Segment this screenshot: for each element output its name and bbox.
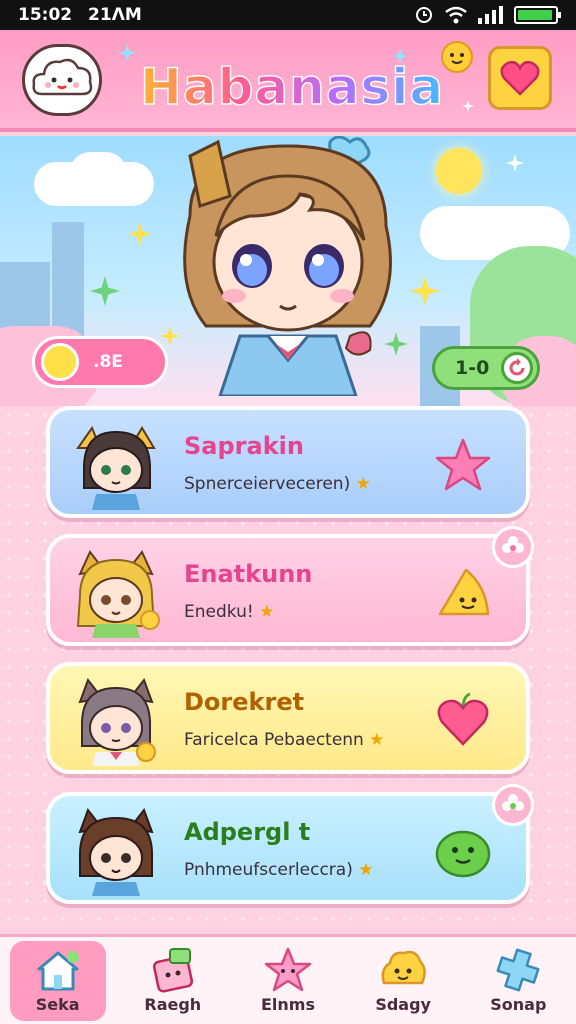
status-icons	[414, 5, 561, 25]
status-bar: 15:02 21ΛM	[0, 0, 576, 30]
bottom-navigation: Seka Raegh Elnms Sdagy Sonap	[0, 934, 576, 1024]
character-avatar	[76, 425, 156, 510]
heart-icon	[437, 692, 489, 746]
sparkle-icon	[128, 222, 152, 246]
status-time-group: 15:02 21ΛM	[18, 5, 142, 25]
alarm-icon	[416, 7, 432, 23]
sparkle-icon	[90, 276, 120, 306]
green-slime-icon	[435, 830, 491, 878]
clover-icon	[502, 794, 524, 811]
character-avatar	[76, 550, 160, 638]
bonus-badge[interactable]	[492, 526, 534, 568]
character-subtitle-text: Pnhmeufscerleccra)	[184, 860, 353, 880]
sparkle-icon	[392, 48, 408, 64]
wifi-icon	[445, 6, 467, 24]
signal-icon	[478, 6, 503, 24]
flower-icon	[502, 536, 524, 553]
character-subtitle-text: Enedku!	[184, 602, 254, 622]
character-avatar	[78, 807, 154, 896]
nav-home-label: Seka	[35, 995, 80, 1014]
character-subtitle-text: Faricelca Pebaectenn	[184, 730, 364, 750]
coin-value: .8E	[93, 352, 123, 372]
pencil-box-icon	[152, 948, 193, 993]
heart-icon	[500, 60, 540, 96]
sparkle-icon	[118, 44, 136, 62]
header-bar: Habanasia	[0, 30, 576, 132]
main-character	[183, 136, 392, 396]
nav-events[interactable]: Elnms	[240, 941, 336, 1021]
character-subtitle: Pnhmeufscerleccra) ★	[184, 860, 374, 880]
character-card[interactable]: Saprakin Spnerceierveceren) ★	[46, 406, 530, 518]
sparkle-icon	[462, 100, 474, 112]
yellow-blob-icon	[381, 950, 426, 985]
mascot-button[interactable]	[22, 44, 102, 116]
status-period: 21ΛM	[88, 5, 142, 25]
favorites-button[interactable]	[488, 46, 552, 110]
cheese-face-icon	[438, 568, 490, 616]
nav-settings[interactable]: Sonap	[470, 941, 566, 1021]
pink-star-icon	[264, 947, 312, 992]
game-title: Habanasia	[139, 57, 445, 117]
star-icon: ★	[355, 474, 371, 494]
character-subtitle: Enedku! ★	[184, 602, 274, 622]
character-name: Enatkunn	[184, 560, 313, 588]
flower-face-icon	[441, 41, 473, 73]
star-icon: ★	[369, 730, 385, 750]
character-name: Adpergl t	[184, 818, 311, 846]
nav-settings-label: Sonap	[490, 995, 547, 1014]
level-value: 1-0	[455, 357, 490, 379]
star-icon: ★	[358, 860, 374, 880]
refresh-icon[interactable]	[501, 352, 533, 384]
character-card[interactable]: Enatkunn Enedku! ★	[46, 526, 534, 646]
character-name: Saprakin	[184, 432, 304, 460]
pink-star-icon	[435, 438, 491, 491]
nav-tasks[interactable]: Raegh	[125, 941, 221, 1021]
character-name: Dorekret	[184, 688, 305, 716]
coin-icon	[41, 343, 79, 381]
status-time: 15:02	[18, 5, 73, 25]
character-subtitle: Faricelca Pebaectenn ★	[184, 730, 385, 750]
character-card[interactable]: Adpergl t Pnhmeufscerleccra) ★	[46, 784, 534, 904]
cloud-mascot-icon	[32, 58, 93, 96]
home-icon	[37, 951, 79, 991]
level-counter[interactable]: 1-0	[432, 346, 540, 390]
character-avatar	[78, 677, 156, 766]
cloud	[70, 152, 126, 192]
character-subtitle-text: Spnerceierveceren)	[184, 474, 351, 494]
nav-tasks-label: Raegh	[144, 995, 202, 1014]
nav-shop[interactable]: Sdagy	[355, 941, 451, 1021]
battery-icon	[514, 6, 561, 24]
character-card[interactable]: Dorekret Faricelca Pebaectenn ★	[46, 662, 530, 774]
nav-home[interactable]: Seka	[9, 940, 106, 1021]
sun	[436, 148, 482, 194]
nav-shop-label: Sdagy	[375, 995, 431, 1014]
sparkle-icon	[506, 154, 524, 172]
nav-events-label: Elnms	[260, 995, 315, 1014]
star-icon: ★	[259, 602, 275, 622]
coin-counter[interactable]: .8E	[32, 336, 168, 388]
bonus-badge[interactable]	[492, 784, 534, 826]
blue-cross-icon	[496, 948, 540, 992]
character-subtitle: Spnerceierveceren) ★	[184, 474, 371, 494]
